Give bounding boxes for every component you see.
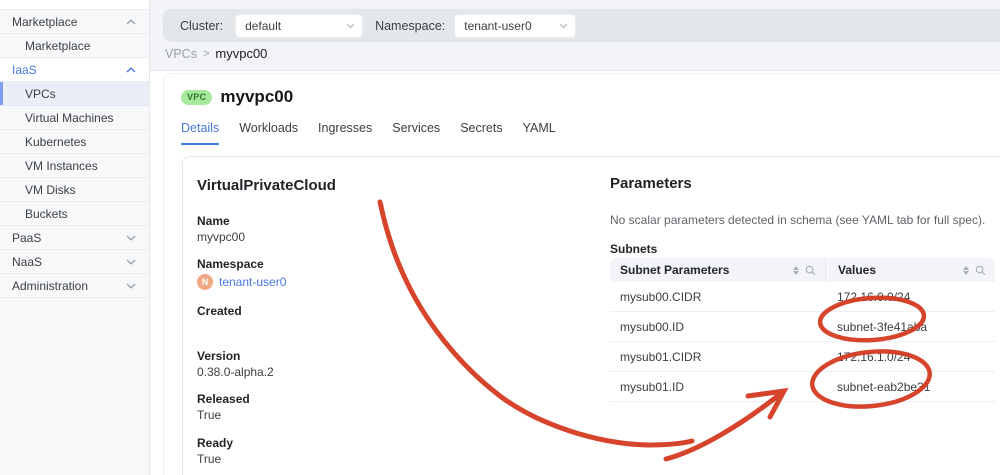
sort-icon[interactable] (963, 265, 969, 275)
content-card: VPC myvpc00 Details Workloads Ingresses … (163, 73, 1000, 475)
chevron-down-icon (126, 259, 136, 265)
field-namespace-label: Namespace (197, 257, 264, 271)
sidebar-section-label: NaaS (12, 254, 43, 269)
namespace-avatar: N (197, 274, 213, 290)
context-bar: Cluster: default Namespace: tenant-user0 (163, 9, 1000, 42)
sidebar-item-virtual-machines[interactable]: Virtual Machines (0, 106, 149, 130)
tab-yaml[interactable]: YAML (523, 121, 556, 145)
sidebar-item-vm-disks[interactable]: VM Disks (0, 178, 149, 202)
field-name-label: Name (197, 214, 230, 228)
field-version-value: 0.38.0-alpha.2 (197, 365, 274, 379)
search-icon[interactable] (975, 265, 986, 276)
field-released-label: Released (197, 392, 250, 406)
subnet-param-cell: mysub01.CIDR (620, 349, 702, 364)
subnets-table: Subnet Parameters Values mysub00.CIDR 17… (610, 258, 995, 402)
subnets-label: Subnets (610, 242, 658, 256)
field-ready-label: Ready (197, 436, 234, 450)
page-title: myvpc00 (220, 87, 294, 106)
namespace-select-value: tenant-user0 (464, 18, 532, 33)
sidebar-item-label: VM Disks (25, 182, 76, 197)
sidebar-section-iaas[interactable]: IaaS (0, 58, 149, 82)
sidebar-item-label: Virtual Machines (25, 110, 114, 125)
field-created-label: Created (197, 304, 242, 318)
sidebar-item-label: Buckets (25, 206, 68, 221)
subnet-value-cell: 172.16.0.0/24 (837, 289, 911, 304)
sidebar: Marketplace Marketplace IaaS VPCs Virtua… (0, 0, 150, 475)
search-icon[interactable] (805, 265, 816, 276)
chevron-down-icon (559, 23, 568, 29)
breadcrumb-vpcs-link[interactable]: VPCs (165, 47, 197, 61)
field-namespace-value-row: N tenant-user0 (197, 274, 286, 290)
namespace-select[interactable]: tenant-user0 (455, 14, 576, 37)
chevron-down-icon (346, 23, 355, 29)
column-header-label: Values (838, 263, 877, 277)
sidebar-item-marketplace[interactable]: Marketplace (0, 34, 149, 58)
subnet-param-cell: mysub00.CIDR (620, 289, 702, 304)
cluster-select-value: default (245, 18, 282, 33)
subnet-value-cell: 172.16.1.0/24 (837, 349, 911, 364)
tab-secrets[interactable]: Secrets (460, 121, 502, 145)
sidebar-top-spacer (0, 0, 149, 10)
breadcrumb-current: myvpc00 (215, 46, 268, 61)
sidebar-section-label: Administration (12, 278, 89, 293)
sidebar-filler (0, 298, 149, 471)
table-row: mysub01.CIDR 172.16.1.0/24 (610, 342, 995, 372)
chevron-up-icon (126, 66, 136, 73)
sidebar-item-vpcs[interactable]: VPCs (0, 82, 149, 106)
namespace-link[interactable]: tenant-user0 (219, 275, 286, 289)
field-ready-value: True (197, 452, 222, 466)
column-header-label: Subnet Parameters (620, 263, 730, 277)
subnets-table-header: Subnet Parameters Values (610, 258, 995, 282)
namespace-label: Namespace: (375, 18, 446, 33)
field-name-value: myvpc00 (197, 230, 246, 244)
parameters-heading: Parameters (610, 175, 692, 192)
breadcrumb-separator: > (202, 47, 210, 60)
chevron-up-icon (126, 18, 136, 25)
tab-details[interactable]: Details (181, 121, 220, 145)
sidebar-item-label: VM Instances (25, 158, 98, 173)
main-area: Cluster: default Namespace: tenant-user0… (150, 0, 1000, 475)
tab-bar: Details Workloads Ingresses Services Sec… (181, 121, 556, 145)
sidebar-section-naas[interactable]: NaaS (0, 250, 149, 274)
app: Marketplace Marketplace IaaS VPCs Virtua… (0, 0, 1000, 475)
breadcrumb: VPCs > myvpc00 (165, 46, 267, 61)
table-row: mysub00.ID subnet-3fe41aba (610, 312, 995, 342)
sort-icon[interactable] (793, 265, 799, 275)
tab-ingresses[interactable]: Ingresses (318, 121, 372, 145)
sidebar-section-marketplace[interactable]: Marketplace (0, 10, 149, 34)
subnet-value-cell: subnet-eab2be31 (837, 379, 931, 394)
vpc-kind-badge: VPC (181, 89, 213, 105)
parameters-empty-message: No scalar parameters detected in schema … (610, 213, 986, 227)
sidebar-item-buckets[interactable]: Buckets (0, 202, 149, 226)
chevron-down-icon (126, 235, 136, 241)
table-row: mysub00.CIDR 172.16.0.0/24 (610, 282, 995, 312)
field-version-label: Version (197, 349, 241, 363)
sidebar-section-paas[interactable]: PaaS (0, 226, 149, 250)
sidebar-item-label: VPCs (25, 86, 56, 101)
field-released-value: True (197, 408, 222, 422)
tab-services[interactable]: Services (392, 121, 440, 145)
subnet-param-cell: mysub00.ID (620, 319, 685, 334)
sidebar-item-label: Kubernetes (25, 134, 87, 149)
subnet-param-cell: mysub01.ID (620, 379, 685, 394)
sidebar-section-label: IaaS (12, 62, 37, 77)
sidebar-item-label: Marketplace (25, 38, 91, 53)
sidebar-section-label: PaaS (12, 230, 42, 245)
tab-workloads[interactable]: Workloads (239, 121, 298, 145)
sidebar-item-kubernetes[interactable]: Kubernetes (0, 130, 149, 154)
cluster-label: Cluster: (180, 18, 224, 33)
resource-type-heading: VirtualPrivateCloud (197, 177, 336, 194)
table-row: mysub01.ID subnet-eab2be31 (610, 372, 995, 402)
sidebar-section-label: Marketplace (12, 14, 78, 29)
column-header-values: Values (825, 258, 995, 282)
page-title-row: VPC myvpc00 (181, 87, 293, 107)
chevron-down-icon (126, 283, 136, 289)
column-header-subnet-parameters: Subnet Parameters (610, 258, 825, 282)
sidebar-section-administration[interactable]: Administration (0, 274, 149, 298)
subnet-value-cell: subnet-3fe41aba (837, 319, 928, 334)
cluster-select[interactable]: default (236, 14, 363, 37)
details-panel: VirtualPrivateCloud Name myvpc00 Namespa… (182, 156, 1000, 475)
sidebar-item-vm-instances[interactable]: VM Instances (0, 154, 149, 178)
